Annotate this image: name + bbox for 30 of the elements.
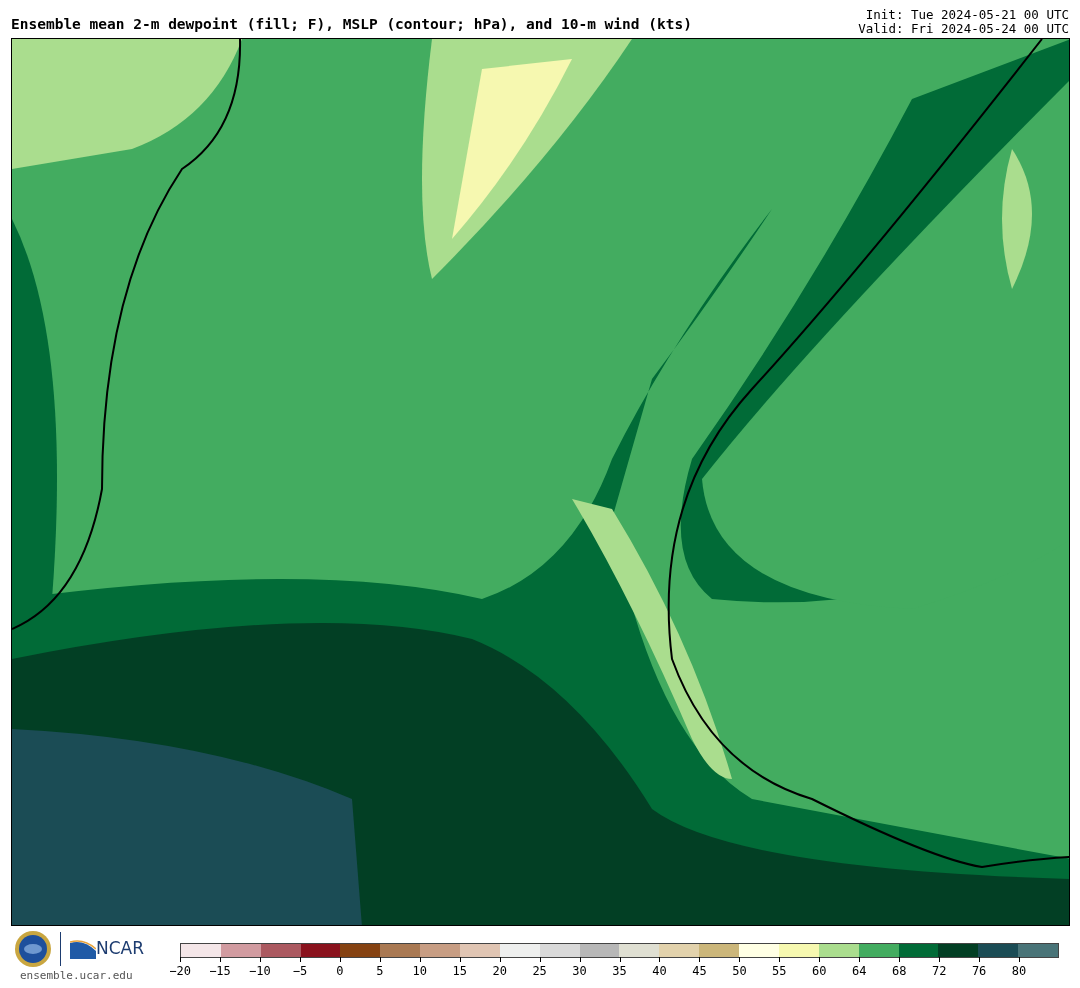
tick-label: 5 [376,963,384,980]
logo-icon [70,939,96,959]
tick-label: 45 [692,963,707,980]
tick-label: 50 [732,963,747,980]
chart-title: Ensemble mean 2-m dewpoint (fill; F), MSLP (contour; hPa), and 10-m wind (kts) [11,15,692,34]
init-time: Init: Tue 2024-05-21 00 UTC [864,8,1069,22]
seal-icon [14,930,52,968]
tick-label: 20 [492,963,507,980]
logo-text: NCAR [96,937,145,961]
tick-label: 68 [892,963,907,980]
tick-label: 55 [772,963,787,980]
tick-label: −15 [209,963,231,980]
tick-label: −5 [292,963,308,980]
tick-label: 30 [572,963,587,980]
tick-label: 10 [412,963,427,980]
tick-label: −10 [249,963,271,980]
tick-label: 25 [532,963,547,980]
tick-label: 72 [931,963,947,980]
site-url: ensemble.ucar.edu [20,968,134,984]
tick-label: 64 [852,963,867,980]
tick-label: 15 [452,963,467,980]
tick-label: 80 [1011,963,1027,980]
tick-label: 0 [336,963,344,980]
valid-time: Valid: Fri 2024-05-24 00 UTC [858,22,1069,36]
tick-label: 60 [812,963,827,980]
tick-label: 35 [612,963,627,980]
divider-line [60,932,62,966]
tick-label: −20 [169,963,191,980]
tick-label: 76 [971,963,987,980]
tick-label: 40 [652,963,667,980]
